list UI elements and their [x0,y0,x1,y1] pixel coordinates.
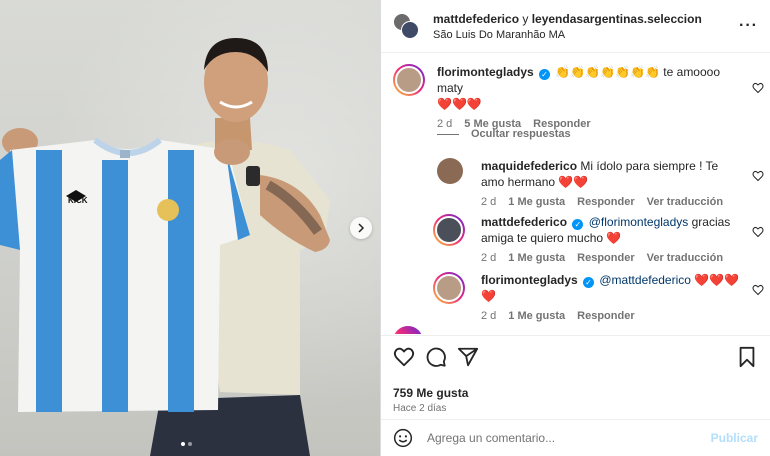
jersey-brand-text: KICK [68,196,88,205]
avatar[interactable] [393,326,423,334]
reply-body: maquidefederico Mi ídolo para siempre ! … [481,158,770,208]
coauthor-username-link[interactable]: leyendasargentinas.seleccion [532,12,702,26]
reply-hearts: ❤️❤️ [558,175,589,189]
comment-username-link[interactable]: florimontegladys [437,65,534,79]
verified-badge-icon: ✓ [572,219,584,230]
location-link[interactable]: São Luis Do Maranhão MA [433,29,734,41]
translate-button[interactable]: Ver traducción [647,252,723,264]
reply-text: florimontegladys ✓ @mattdefederico ❤️❤️❤… [481,272,740,304]
reply-avatar-wrap [381,272,481,322]
reply-button[interactable]: Responder [577,196,634,208]
photo-illustration [0,38,330,456]
reply-button[interactable]: Responder [577,252,634,264]
reply-body: florimontegladys ✓ @mattdefederico ❤️❤️❤… [481,272,770,322]
reply-time: 2 d [481,252,497,264]
post-photo: KICK [0,0,380,456]
post-actions: 759 Me gusta Hace 2 días [381,335,770,414]
hide-replies-label: Ocultar respuestas [471,128,571,140]
like-heart-icon[interactable] [393,346,415,368]
carousel-indicator [181,442,192,446]
avatar-image [395,66,423,94]
carousel-dot-1 [181,442,185,446]
reply-avatar-wrap [381,158,481,208]
reply-avatar-wrap [381,214,481,264]
like-reply-heart-icon[interactable] [752,170,764,182]
action-icons [393,346,758,368]
reply-item: florimontegladys ✓ @mattdefederico ❤️❤️❤… [381,272,770,322]
verified-badge-icon: ✓ [539,69,551,80]
mention-link[interactable]: @florimontegladys [589,215,689,229]
avatar[interactable] [393,64,425,96]
reply-meta: 2 d 1 Me gusta Responder [481,310,740,322]
avatar [401,21,419,39]
reply-username-link[interactable]: florimontegladys [481,273,578,287]
comment-avatar-wrap [381,64,437,130]
author-username-link[interactable]: mattdefederico [433,12,519,26]
reply-hearts: ❤️ [606,231,622,245]
reply-meta: 2 d 1 Me gusta Responder Ver traducción [481,196,740,208]
like-reply-heart-icon[interactable] [752,226,764,238]
reply-likes-link[interactable]: 1 Me gusta [508,310,565,322]
avatar[interactable] [437,158,463,184]
reply-meta: 2 d 1 Me gusta Responder Ver traducción [481,252,740,264]
post-header-text: mattdefederico y leyendasargentinas.sele… [433,12,734,41]
reply-button[interactable]: Responder [577,310,634,322]
hide-replies-button[interactable]: Ocultar respuestas [437,128,571,140]
post-authors: mattdefederico y leyendasargentinas.sele… [433,12,734,26]
comment-input[interactable] [427,431,711,445]
publish-button[interactable]: Publicar [711,431,758,445]
comment-text: florimontegladys ✓ 👏👏👏👏👏👏👏 te amoooo mat… [437,64,740,112]
comment-composer: Publicar [381,419,770,456]
reply-text: maquidefederico Mi ídolo para siempre ! … [481,158,740,190]
reply-likes-link[interactable]: 1 Me gusta [508,252,565,264]
instagram-post-view: KICK mattdefederico y leyendasargentinas… [0,0,770,456]
chevron-right-icon [358,223,365,233]
comment-body: florimontegladys ✓ 👏👏👏👏👏👏👏 te amoooo mat… [437,64,770,130]
collab-avatars[interactable] [393,13,419,39]
post-timestamp: Hace 2 días [393,403,447,414]
translate-button[interactable]: Ver traducción [647,196,723,208]
like-comment-heart-icon[interactable] [752,82,764,94]
likes-count-link[interactable]: 759 Me gusta [393,386,758,400]
reply-body: mattdefederico ✓ @florimontegladys graci… [481,214,770,264]
divider [437,133,459,135]
post-header: mattdefederico y leyendasargentinas.sele… [381,0,770,53]
reply-item: maquidefederico Mi ídolo para siempre ! … [381,158,770,208]
reply-time: 2 d [481,196,497,208]
reply-username-link[interactable]: mattdefederico [481,215,567,229]
save-bookmark-icon[interactable] [736,346,758,368]
more-options-button[interactable]: ··· [734,17,758,35]
reply-text: mattdefederico ✓ @florimontegladys graci… [481,214,740,246]
next-photo-button[interactable] [350,217,372,239]
share-paper-plane-icon[interactable] [457,346,479,368]
authors-connector: y [519,11,532,26]
avatar[interactable] [433,272,465,304]
avatar-image [435,274,463,302]
emoji-smiley-icon[interactable] [393,428,413,448]
reply-username-link[interactable]: maquidefederico [481,159,577,173]
carousel-dot-2 [188,442,192,446]
more-options-icon: ··· [739,17,758,34]
comment-item: florimontegladys ✓ 👏👏👏👏👏👏👏 te amoooo mat… [381,64,770,130]
avatar[interactable] [433,214,465,246]
mention-link[interactable]: @mattdefederico [599,273,691,287]
like-reply-heart-icon[interactable] [752,284,764,296]
reply-item: mattdefederico ✓ @florimontegladys graci… [381,214,770,264]
comment-hearts: ❤️❤️❤️ [437,97,482,111]
reply-likes-link[interactable]: 1 Me gusta [508,196,565,208]
post-side-panel: mattdefederico y leyendasargentinas.sele… [380,0,770,456]
verified-badge-icon: ✓ [583,277,595,288]
comments-list[interactable]: florimontegladys ✓ 👏👏👏👏👏👏👏 te amoooo mat… [381,54,770,334]
comment-bubble-icon[interactable] [425,346,447,368]
avatar-image [435,216,463,244]
reply-time: 2 d [481,310,497,322]
